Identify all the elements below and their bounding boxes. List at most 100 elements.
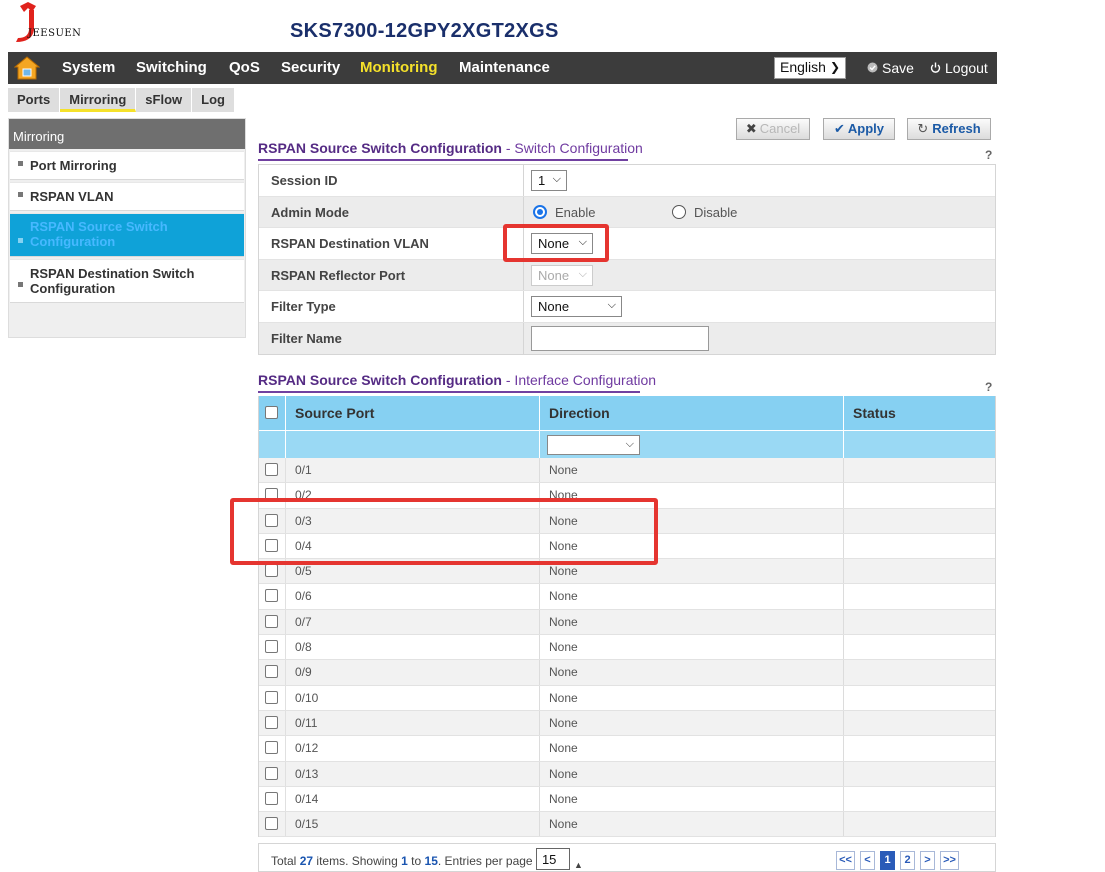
session-id-value: 1 (538, 173, 546, 188)
refresh-button[interactable]: ↻ Refresh (907, 118, 991, 140)
apply-label: Apply (847, 121, 885, 136)
switch-config-title: RSPAN Source Switch Configuration - Swit… (258, 140, 643, 156)
row-checkbox[interactable] (265, 741, 278, 755)
bullet-icon (18, 161, 23, 166)
first-page-button[interactable]: << (836, 851, 855, 870)
row-checkbox[interactable] (265, 640, 278, 654)
entries-per-page-input[interactable]: 15 (535, 848, 570, 870)
source-port-cell: 0/8 (295, 640, 312, 655)
destination-vlan-label: RSPAN Destination VLAN (271, 236, 429, 251)
nav-qos[interactable]: QoS (229, 59, 260, 76)
divider (285, 584, 286, 609)
brand-logo: JEESUEN (8, 2, 88, 46)
admin-mode-disable-radio[interactable] (672, 204, 686, 219)
row-checkbox[interactable] (265, 564, 278, 578)
direction-cell: None (549, 766, 578, 781)
select-all-checkbox[interactable] (265, 406, 278, 419)
save-link[interactable]: Save (867, 60, 914, 76)
page-1-button[interactable]: 1 (880, 851, 895, 870)
help-icon[interactable]: ? (985, 148, 992, 162)
direction-filter-select[interactable]: ⌵ (547, 435, 640, 455)
direction-cell: None (549, 564, 578, 579)
nav-maintenance[interactable]: Maintenance (459, 59, 550, 76)
nav-security[interactable]: Security (281, 59, 340, 76)
row-checkbox[interactable] (265, 766, 278, 780)
reflector-port-select[interactable]: None ⌵ (531, 264, 593, 286)
items-showing-text: items. Showing (316, 854, 398, 869)
reflector-port-label: RSPAN Reflector Port (271, 267, 406, 283)
bullet-icon (18, 238, 23, 243)
nav-switching[interactable]: Switching (136, 59, 207, 76)
sidebar-item-rspan-destination-switch[interactable]: RSPAN Destination Switch Configuration (10, 259, 244, 303)
apply-button[interactable]: ✔ Apply (823, 118, 895, 140)
row-checkbox[interactable] (265, 665, 278, 679)
sidebar-item-rspan-vlan[interactable]: RSPAN VLAN (10, 182, 244, 211)
row-checkbox[interactable] (265, 690, 278, 704)
admin-mode-label: Admin Mode (271, 204, 349, 220)
row-checkbox[interactable] (265, 614, 278, 628)
tab-sflow[interactable]: sFlow (136, 88, 193, 112)
switch-config-subheading: - Switch Configuration (505, 140, 643, 156)
tab-log[interactable]: Log (192, 88, 235, 112)
prev-page-button[interactable]: < (860, 851, 875, 870)
row-checkbox[interactable] (265, 791, 278, 805)
admin-mode-enable-radio[interactable] (533, 204, 547, 219)
source-port-cell: 0/1 (295, 463, 312, 477)
help-icon[interactable]: ? (985, 380, 992, 394)
direction-cell: None (549, 690, 578, 705)
filter-type-select[interactable]: None ⌵ (531, 296, 622, 317)
sidebar-item-port-mirroring[interactable]: Port Mirroring (10, 151, 244, 180)
nav-system[interactable]: System (62, 59, 115, 76)
admin-mode-disable-label: Disable (694, 204, 738, 220)
divider (843, 761, 844, 786)
refresh-label: Refresh (932, 121, 981, 136)
session-id-select[interactable]: 1 ⌵ (531, 170, 567, 191)
home-button[interactable] (8, 52, 46, 84)
admin-mode-enable-label: Enable (555, 204, 596, 220)
source-port-cell: 0/14 (295, 791, 319, 806)
column-status[interactable]: Status (853, 405, 896, 421)
divider (539, 396, 540, 430)
divider (285, 458, 286, 483)
last-page-button[interactable]: >> (940, 851, 959, 870)
column-source-port[interactable]: Source Port (295, 405, 374, 421)
total-count: 27 (299, 854, 314, 869)
row-checkbox[interactable] (265, 817, 278, 831)
range-start: 1 (401, 854, 408, 869)
column-direction[interactable]: Direction (549, 405, 610, 421)
table-row: 0/15 None (259, 812, 995, 838)
cancel-x-icon: ✖ (745, 121, 757, 136)
divider (539, 609, 540, 635)
page-2-button[interactable]: 2 (900, 851, 915, 870)
filter-name-input[interactable] (531, 325, 709, 351)
table-footer: Total 27 items. Showing 1 to 15. Entries… (258, 843, 996, 872)
filter-type-label: Filter Type (271, 299, 336, 314)
divider (843, 396, 844, 430)
nav-monitoring[interactable]: Monitoring (360, 59, 437, 76)
table-row: 0/13 None (259, 761, 995, 787)
logout-link[interactable]: Logout (930, 60, 988, 76)
source-port-cell: 0/10 (295, 690, 319, 705)
checkmark-icon: ✔ (833, 121, 845, 136)
table-row: 0/1 None (259, 458, 995, 484)
tab-ports[interactable]: Ports (8, 88, 61, 112)
table-filter-row: ⌵ (259, 430, 995, 458)
tab-mirroring[interactable]: Mirroring (60, 88, 137, 112)
table-row: 0/9 None (259, 660, 995, 686)
direction-cell: None (549, 715, 578, 730)
section-underline (258, 159, 628, 161)
sub-tabs: Ports Mirroring sFlow Log (8, 88, 235, 112)
row-checkbox[interactable] (265, 589, 278, 603)
row-checkbox[interactable] (265, 715, 278, 729)
language-select[interactable]: English ❯ (774, 57, 846, 79)
direction-cell: None (549, 741, 578, 756)
filter-name-label: Filter Name (271, 330, 342, 346)
next-page-button[interactable]: > (920, 851, 935, 870)
divider (843, 710, 844, 736)
session-id-label: Session ID (271, 173, 338, 188)
sidebar-item-rspan-source-switch[interactable]: RSPAN Source Switch Configuration (10, 213, 244, 257)
cancel-button[interactable]: ✖ Cancel (736, 118, 810, 140)
interface-config-subheading: - Interface Configuration (505, 372, 657, 388)
row-checkbox[interactable] (265, 463, 278, 476)
divider (843, 559, 844, 584)
